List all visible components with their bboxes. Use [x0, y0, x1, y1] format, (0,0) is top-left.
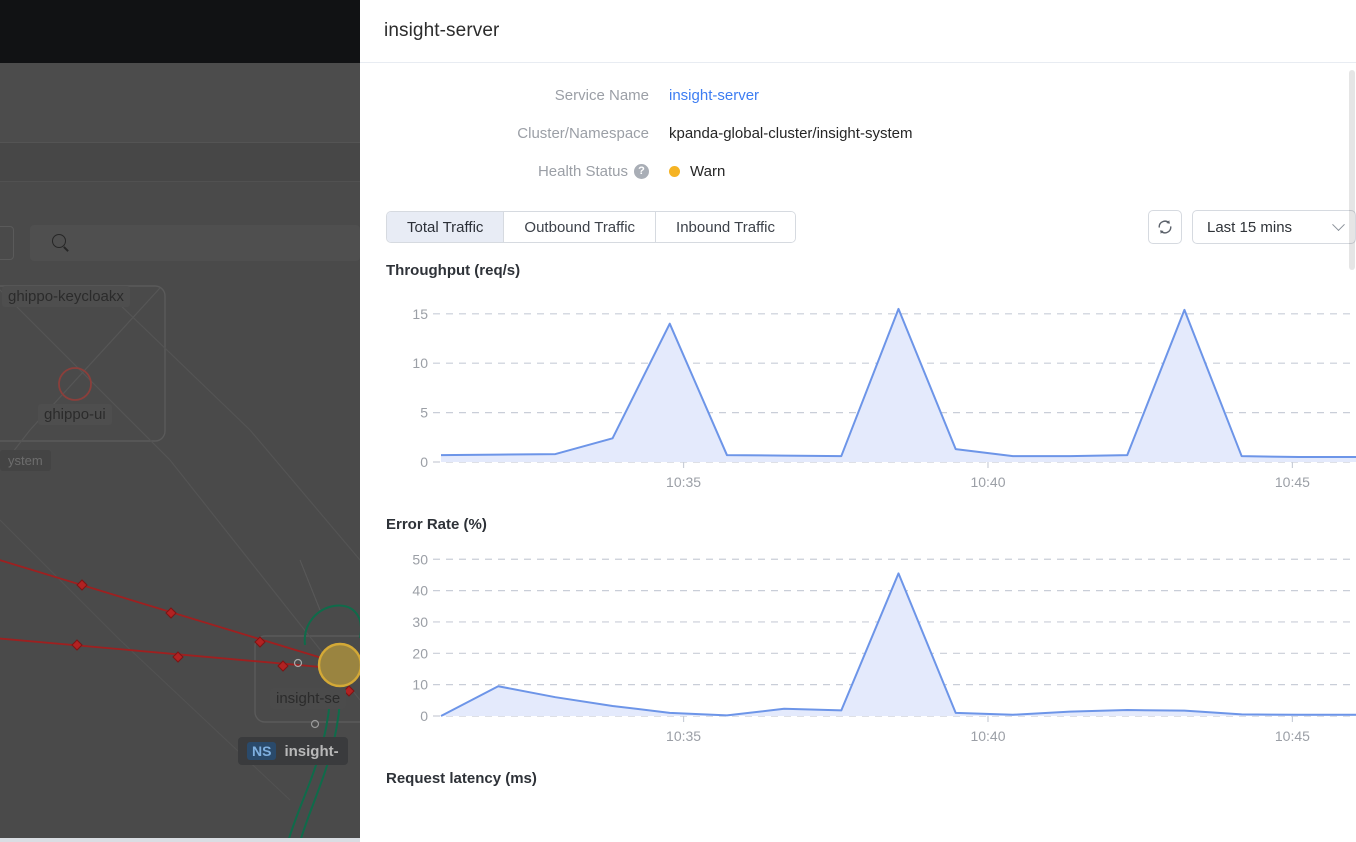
svg-text:10:35: 10:35: [666, 728, 701, 744]
traffic-tabs: Total Traffic Outbound Traffic Inbound T…: [386, 211, 796, 243]
namespace-chip[interactable]: NS insight-: [238, 737, 348, 765]
info-label: Cluster/Namespace: [360, 125, 669, 142]
info-label: Service Name: [360, 87, 669, 104]
svg-text:10:35: 10:35: [666, 474, 701, 490]
svg-text:40: 40: [412, 583, 428, 599]
chart-canvas: 0 10 20 30 40 50 10:35 10:40 10:45: [386, 539, 1356, 754]
topology-backdrop: ghippo-keycloakx ghippo-ui insight-se ys…: [0, 0, 360, 842]
status-text: Warn: [690, 163, 725, 180]
node-label[interactable]: ghippo-ui: [38, 404, 112, 425]
ns-badge: NS: [247, 742, 276, 760]
refresh-button[interactable]: [1148, 210, 1182, 244]
svg-text:10:45: 10:45: [1275, 728, 1310, 744]
chart-error-rate: Error Rate (%) 0 10 20 30 40 50 10:35 10:40 10:4…: [360, 516, 1356, 754]
panel-header: insight-server: [360, 0, 1356, 63]
chart-title: Error Rate (%): [386, 516, 1356, 533]
tab-total-traffic[interactable]: Total Traffic: [387, 212, 504, 242]
svg-text:10:45: 10:45: [1275, 474, 1310, 490]
info-row-service-name: Service Name insight-server: [360, 87, 1356, 104]
ns-chip-label: insight-: [284, 743, 338, 760]
service-name-link[interactable]: insight-server: [669, 87, 759, 104]
svg-text:30: 30: [412, 614, 428, 630]
node-label[interactable]: insight-se: [270, 688, 346, 709]
detail-panel: insight-server Service Name insight-serv…: [360, 0, 1356, 842]
node-label[interactable]: ghippo-keycloakx: [2, 286, 130, 307]
cluster-namespace-value: kpanda-global-cluster/insight-system: [669, 125, 912, 142]
chart-title: Throughput (req/s): [386, 262, 1356, 279]
info-label-text: Cluster/Namespace: [517, 125, 649, 142]
time-controls: Last 15 mins: [1148, 210, 1356, 244]
status-badge: Warn: [669, 163, 725, 180]
chart-canvas: 0 5 10 15 10:35 10:40 10:45: [386, 285, 1356, 500]
chevron-down-icon: [1332, 218, 1345, 231]
panel-body: Service Name insight-server Cluster/Name…: [360, 63, 1356, 787]
svg-text:10: 10: [412, 355, 428, 371]
info-row-cluster-namespace: Cluster/Namespace kpanda-global-cluster/…: [360, 125, 1356, 142]
chart-request-latency: Request latency (ms): [360, 770, 1356, 787]
tab-outbound-traffic[interactable]: Outbound Traffic: [504, 212, 656, 242]
chart-throughput: Throughput (req/s) 0 5 10 15 10:35 10:40 10:45: [360, 262, 1356, 500]
app-root: ghippo-keycloakx ghippo-ui insight-se ys…: [0, 0, 1356, 842]
time-range-value: Last 15 mins: [1207, 219, 1292, 236]
info-row-health-status: Health Status ? Warn: [360, 163, 1356, 180]
page-title: insight-server: [384, 20, 499, 42]
info-list: Service Name insight-server Cluster/Name…: [360, 63, 1356, 180]
tabs-row: Total Traffic Outbound Traffic Inbound T…: [360, 201, 1356, 244]
svg-text:15: 15: [412, 306, 428, 322]
svg-text:10:40: 10:40: [970, 728, 1005, 744]
svg-text:50: 50: [412, 551, 428, 567]
error-rate-plot[interactable]: 0 10 20 30 40 50 10:35 10:40 10:45: [386, 539, 1356, 754]
throughput-plot[interactable]: 0 5 10 15 10:35 10:40 10:45: [386, 285, 1356, 500]
svg-text:20: 20: [412, 645, 428, 661]
refresh-icon: [1156, 218, 1174, 236]
info-label: Health Status ?: [360, 163, 669, 180]
bottom-divider: [0, 838, 360, 842]
time-range-select[interactable]: Last 15 mins: [1192, 210, 1356, 244]
svg-text:10: 10: [412, 677, 428, 693]
help-icon[interactable]: ?: [634, 164, 649, 179]
status-dot-icon: [669, 166, 680, 177]
tab-inbound-traffic[interactable]: Inbound Traffic: [656, 212, 795, 242]
svg-text:0: 0: [420, 454, 428, 470]
svg-text:0: 0: [420, 708, 428, 724]
svg-text:5: 5: [420, 405, 428, 421]
chart-title: Request latency (ms): [386, 770, 1356, 787]
info-label-text: Service Name: [555, 87, 649, 104]
panel-scrollbar[interactable]: [1349, 64, 1355, 842]
svg-text:10:40: 10:40: [970, 474, 1005, 490]
info-label-text: Health Status: [538, 163, 628, 180]
scrollbar-thumb[interactable]: [1349, 70, 1355, 270]
namespace-tag: ystem: [0, 450, 51, 471]
